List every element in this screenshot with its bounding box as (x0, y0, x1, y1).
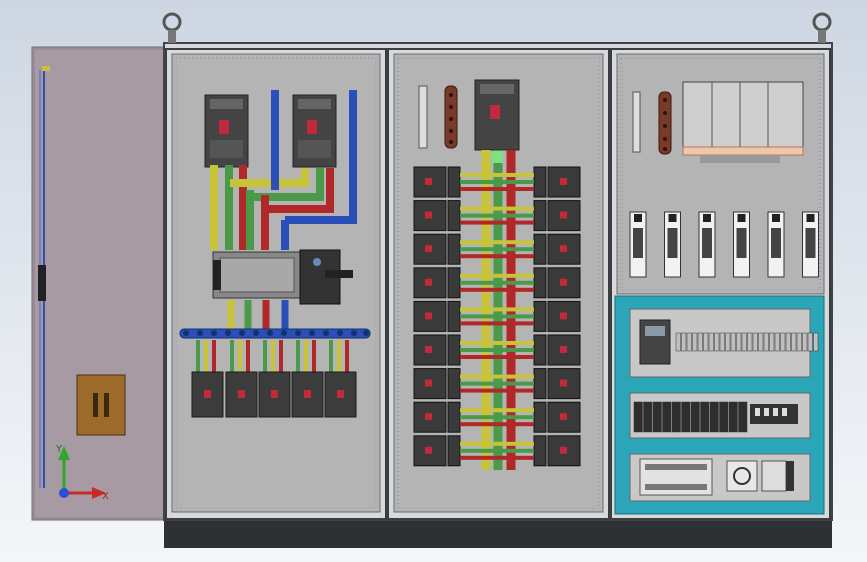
door-pocket-icon (76, 374, 126, 436)
terminal-strip (418, 85, 428, 149)
fuse-holder (698, 211, 716, 278)
plc-module (639, 458, 713, 496)
x-axis-label: X (102, 491, 109, 502)
door-latch-icon (38, 265, 46, 301)
fuse-holder (802, 211, 819, 278)
fuse-holder (767, 211, 785, 278)
transfer-switch (212, 249, 353, 305)
fuse-holder (733, 211, 750, 278)
y-axis-label: Y (55, 444, 63, 455)
middle-main-breaker (474, 79, 520, 151)
main-breaker-1 (204, 94, 249, 168)
lifting-eye-left-icon (162, 12, 182, 43)
right-terminal-strip (632, 91, 641, 153)
fuse-holder (664, 211, 681, 278)
z-axis-origin-icon (59, 488, 69, 498)
cabinet-plinth (164, 518, 832, 548)
main-breaker-2 (292, 94, 337, 168)
axis-triad: Y X (55, 444, 109, 502)
fuse-holder (629, 211, 647, 278)
lifting-eye-right-icon (812, 12, 832, 43)
electrical-cabinet-drawing (31, 12, 833, 548)
rack-unit (682, 81, 804, 163)
